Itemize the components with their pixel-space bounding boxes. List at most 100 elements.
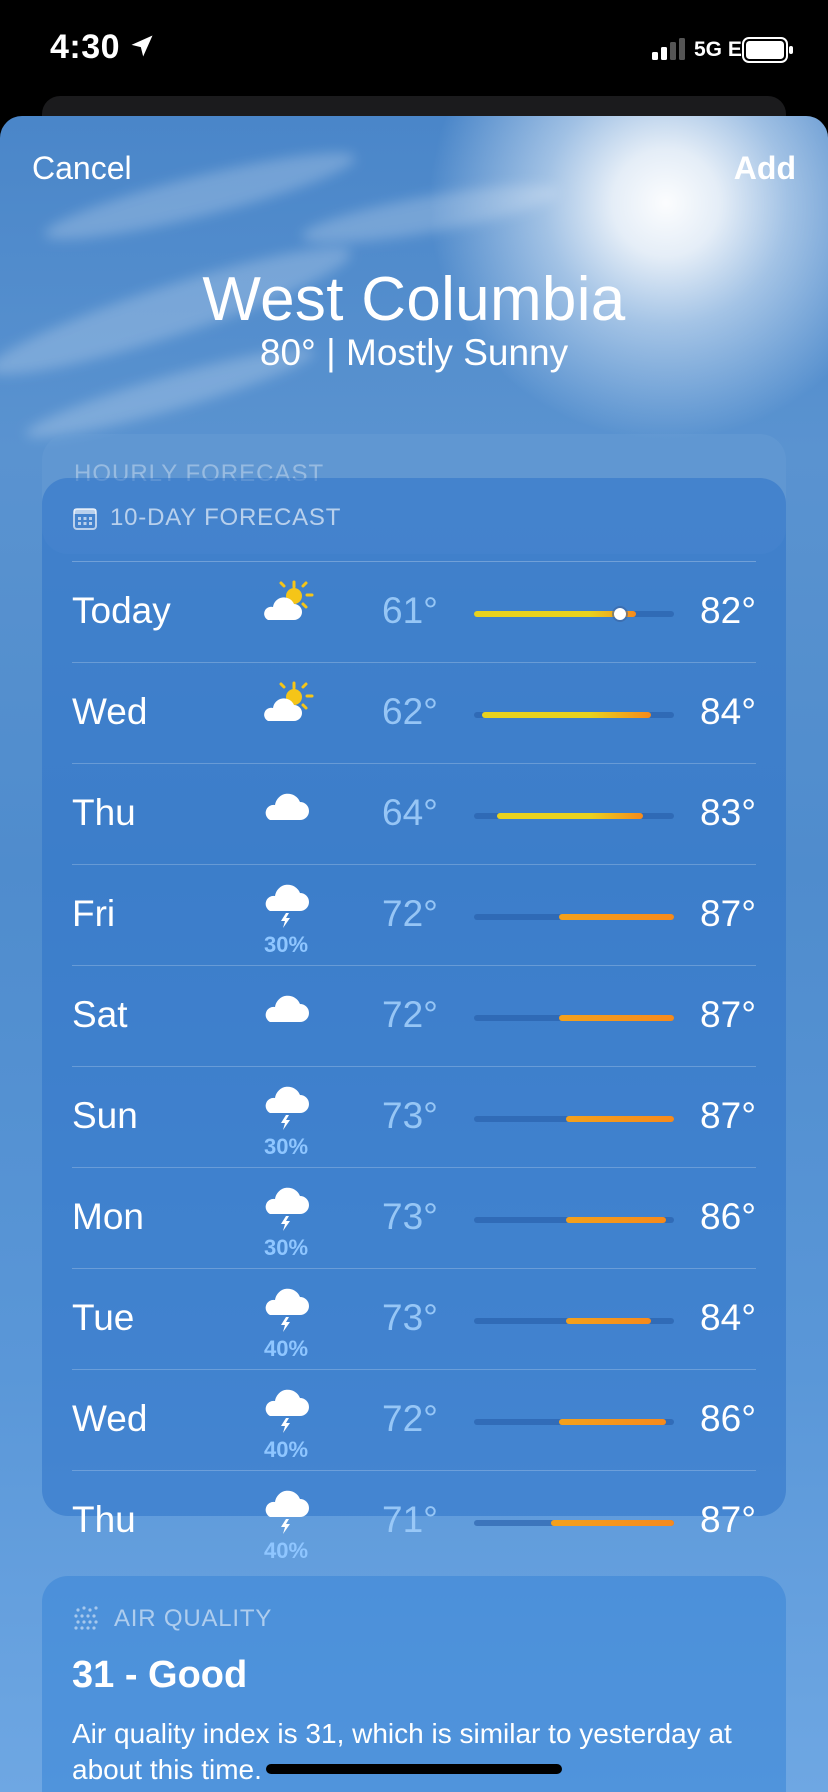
low-temp: 71° <box>382 1499 438 1540</box>
status-bar: 4:30 5G E <box>0 0 828 100</box>
thunderstorm-icon <box>258 1388 314 1439</box>
weather-icon-wrap <box>254 681 318 745</box>
cloud-icon <box>258 782 314 833</box>
forecast-row[interactable]: Thu 40% 71° 87° <box>72 1471 756 1571</box>
ten-day-label: 10-DAY FORECAST <box>110 504 342 531</box>
ten-day-header: 10-DAY FORECAST <box>72 504 341 532</box>
forecast-day: Mon <box>72 1196 144 1237</box>
thunderstorm-icon <box>258 1085 314 1136</box>
temp-range-track <box>474 712 674 718</box>
forecast-day: Tue <box>72 1297 135 1338</box>
thunderstorm-icon <box>258 1186 314 1237</box>
forecast-day: Thu <box>72 1499 136 1540</box>
temp-range-fill <box>558 1015 674 1021</box>
precipitation-chance: 40% <box>263 1336 309 1361</box>
temp-range-track <box>474 813 674 819</box>
temp-range-track <box>474 1318 674 1324</box>
partly-sunny-icon <box>258 681 314 732</box>
battery-icon <box>742 37 793 63</box>
low-temp: 61° <box>382 590 438 631</box>
high-temp: 82° <box>700 590 756 631</box>
forecast-day: Fri <box>72 893 116 934</box>
temp-range-fill <box>497 813 644 819</box>
current-conditions: 80° | Mostly Sunny <box>259 332 569 373</box>
ten-day-forecast-card: 10-DAY FORECAST Today 61° 82° Wed 62° 84° Thu 6… <box>42 478 786 1563</box>
forecast-day: Thu <box>72 792 136 833</box>
forecast-row[interactable]: Tue 40% 73° 84° <box>72 1269 756 1370</box>
thunderstorm-icon <box>258 1287 314 1338</box>
partly-sunny-icon <box>258 580 314 631</box>
air-quality-value: 31 - Good <box>72 1654 248 1696</box>
forecast-day: Wed <box>72 1398 148 1439</box>
forecast-day: Sun <box>72 1095 138 1136</box>
forecast-day: Sat <box>72 994 128 1035</box>
high-temp: 84° <box>700 1297 756 1338</box>
add-location-sheet: Cancel Add West Columbia 80° | Mostly Su… <box>0 116 828 1792</box>
low-temp: 72° <box>382 994 438 1035</box>
low-temp: 64° <box>382 792 438 833</box>
temp-range-fill <box>566 1318 651 1324</box>
low-temp: 73° <box>382 1297 438 1338</box>
temp-range-fill <box>481 712 651 718</box>
air-quality-icon <box>74 1606 98 1630</box>
weather-icon-wrap <box>254 580 318 644</box>
temp-range-track <box>474 1520 674 1526</box>
thunderstorm-icon <box>258 883 314 934</box>
precipitation-chance: 30% <box>263 1235 309 1260</box>
location-arrow-icon <box>131 35 153 57</box>
weather-icon-wrap <box>254 984 318 1048</box>
high-temp: 83° <box>700 792 756 833</box>
temp-range-fill <box>558 1419 667 1425</box>
air-quality-description: Air quality index is 31, which is simila… <box>72 1718 732 1785</box>
home-indicator[interactable] <box>266 1764 562 1774</box>
forecast-day: Wed <box>72 691 148 732</box>
low-temp: 62° <box>382 691 438 732</box>
add-button[interactable]: Add <box>734 150 796 187</box>
forecast-row[interactable]: Sun 30% 73° 87° <box>72 1067 756 1168</box>
forecast-row[interactable]: Fri 30% 72° 87° <box>72 865 756 966</box>
city-name: West Columbia <box>202 265 626 334</box>
temp-range-fill <box>566 1116 674 1122</box>
forecast-row[interactable]: Wed 40% 72° 86° <box>72 1370 756 1471</box>
high-temp: 86° <box>700 1196 756 1237</box>
precipitation-chance: 40% <box>263 1538 309 1563</box>
network-type: 5G E <box>694 38 742 61</box>
temp-range-fill <box>474 611 636 617</box>
forecast-row[interactable]: Sat 72° 87° <box>72 966 756 1067</box>
precipitation-chance: 30% <box>263 1134 309 1159</box>
high-temp: 87° <box>700 994 756 1035</box>
low-temp: 73° <box>382 1095 438 1136</box>
thunderstorm-icon <box>258 1489 314 1540</box>
forecast-day: Today <box>72 590 171 631</box>
cancel-button[interactable]: Cancel <box>32 150 132 187</box>
current-temp-dot <box>614 608 627 620</box>
weather-icon-wrap: 40% <box>254 1287 318 1361</box>
cloud-icon <box>258 984 314 1035</box>
precipitation-chance: 40% <box>263 1437 309 1462</box>
calendar-icon <box>73 508 97 530</box>
low-temp: 72° <box>382 1398 438 1439</box>
forecast-list: Today 61° 82° Wed 62° 84° Thu 64° 83° Fri 30% 72° 87… <box>72 562 756 1571</box>
temp-range-track <box>474 608 674 620</box>
temp-range-track <box>474 1116 674 1122</box>
temp-range-fill <box>566 1217 667 1223</box>
low-temp: 72° <box>382 893 438 934</box>
forecast-row[interactable]: Mon 30% 73° 86° <box>72 1168 756 1269</box>
weather-icon-wrap <box>254 782 318 846</box>
weather-icon-wrap: 40% <box>254 1489 318 1563</box>
forecast-row[interactable]: Thu 64° 83° <box>72 764 756 865</box>
low-temp: 73° <box>382 1196 438 1237</box>
air-quality-card[interactable]: AIR QUALITY 31 - Good Air quality index … <box>42 1576 786 1792</box>
forecast-row[interactable]: Wed 62° 84° <box>72 663 756 764</box>
weather-icon-wrap: 30% <box>254 883 318 957</box>
weather-icon-wrap: 40% <box>254 1388 318 1462</box>
high-temp: 87° <box>700 893 756 934</box>
high-temp: 86° <box>700 1398 756 1439</box>
high-temp: 84° <box>700 691 756 732</box>
weather-icon-wrap: 30% <box>254 1186 318 1260</box>
forecast-row[interactable]: Today 61° 82° <box>72 562 756 663</box>
weather-icon-wrap: 30% <box>254 1085 318 1159</box>
temp-range-track <box>474 1015 674 1021</box>
temp-range-track <box>474 914 674 920</box>
temp-range-track <box>474 1217 674 1223</box>
